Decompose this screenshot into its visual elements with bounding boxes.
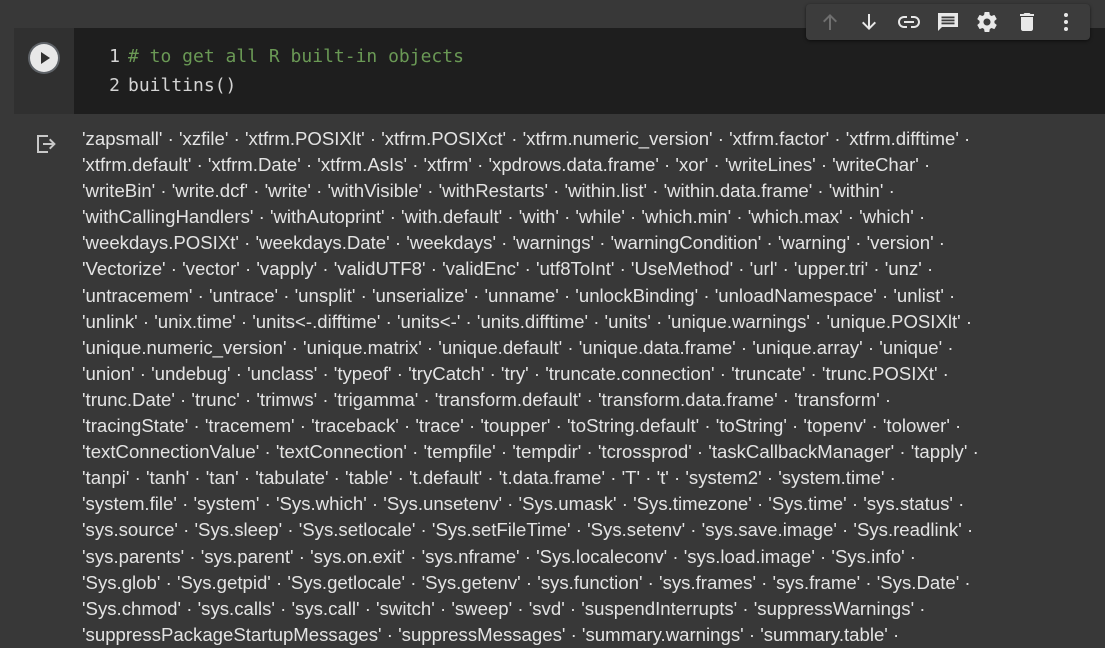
arrow-up-icon [822, 14, 837, 30]
output-line: 'Sys.chmod' · 'sys.calls' · 'sys.call' ·… [82, 597, 926, 619]
line-number: 1 [109, 46, 120, 67]
line-number: 2 [109, 75, 120, 96]
clear-output-button[interactable] [34, 132, 58, 156]
output-line: 'sys.source' · 'Sys.sleep' · 'Sys.setloc… [82, 519, 974, 541]
link-icon [897, 16, 920, 28]
output-line: 'withCallingHandlers' · 'withAutoprint' … [82, 206, 926, 228]
cell-toolbar [806, 4, 1090, 40]
output-line: 'unlink' · 'unix.time' · 'units<-.diffti… [82, 310, 973, 332]
output-line: 'Sys.glob' · 'Sys.getpid' · 'Sys.getloca… [82, 571, 971, 593]
gear-icon [977, 12, 998, 32]
cell-gutter [14, 28, 74, 114]
code-editor[interactable]: 1 # to get all R built-in objects 2 buil… [74, 28, 1105, 114]
output-line: 'unique.numeric_version' · 'unique.matri… [82, 336, 954, 358]
play-icon [30, 44, 58, 72]
copy-link-button[interactable] [893, 6, 925, 38]
cell-settings-button[interactable] [971, 6, 1003, 38]
code-comment: # to get all R built-in objects [128, 46, 464, 67]
output-line: 'system.file' · 'system' · 'Sys.which' ·… [82, 493, 965, 515]
move-cell-down-button[interactable] [853, 6, 885, 38]
output-line: 'Vectorize' · 'vector' · 'vapply' · 'val… [82, 258, 934, 280]
notebook-page: 1 # to get all R built-in objects 2 buil… [0, 0, 1105, 648]
comment-icon [937, 13, 958, 31]
output-line: 'sys.parents' · 'sys.parent' · 'sys.on.e… [82, 545, 916, 567]
output-line: 'zapsmall' · 'xzfile' · 'xtfrm.POSIXlt' … [82, 128, 971, 149]
output-line: 'writeBin' · 'write.dcf' · 'write' · 'wi… [82, 180, 895, 202]
more-options-button[interactable] [1050, 6, 1082, 38]
output-line: 'tracingState' · 'tracemem' · 'traceback… [82, 415, 962, 437]
arrow-down-icon [862, 14, 877, 30]
code-line: 1 # to get all R built-in objects [74, 42, 1105, 71]
code-line: 2 builtins() [74, 71, 1105, 100]
output-line: 'union' · 'undebug' · 'unclass' · 'typeo… [82, 362, 949, 384]
output-line: 'suppressPackageStartupMessages' · 'supp… [82, 623, 900, 645]
add-comment-button[interactable] [932, 6, 964, 38]
more-vert-icon [1064, 13, 1069, 31]
move-cell-up-button[interactable] [814, 6, 846, 38]
output-line: 'untracemem' · 'untrace' · 'unsplit' · '… [82, 284, 956, 306]
output-text: 'zapsmall' · 'xzfile' · 'xtfrm.POSIXlt' … [82, 126, 1098, 648]
code-statement: builtins() [128, 75, 237, 96]
run-cell-button[interactable] [28, 42, 60, 74]
output-line: 'tanpi' · 'tanh' · 'tan' · 'tabulate' · … [82, 467, 896, 489]
output-line: 'weekdays.POSIXt' · 'weekdays.Date' · 'w… [82, 232, 945, 254]
trash-icon [1019, 13, 1034, 31]
cell-output: 'zapsmall' · 'xzfile' · 'xtfrm.POSIXlt' … [14, 114, 1105, 648]
output-line: 'xtfrm.default' · 'xtfrm.Date' · 'xtfrm.… [82, 154, 931, 176]
output-exit-icon [37, 135, 56, 153]
delete-cell-button[interactable] [1011, 6, 1043, 38]
code-cell[interactable]: 1 # to get all R built-in objects 2 buil… [14, 28, 1105, 114]
output-line: 'textConnectionValue' · 'textConnection'… [82, 441, 979, 463]
output-line: 'trunc.Date' · 'trunc' · 'trimws' · 'tri… [82, 388, 892, 410]
